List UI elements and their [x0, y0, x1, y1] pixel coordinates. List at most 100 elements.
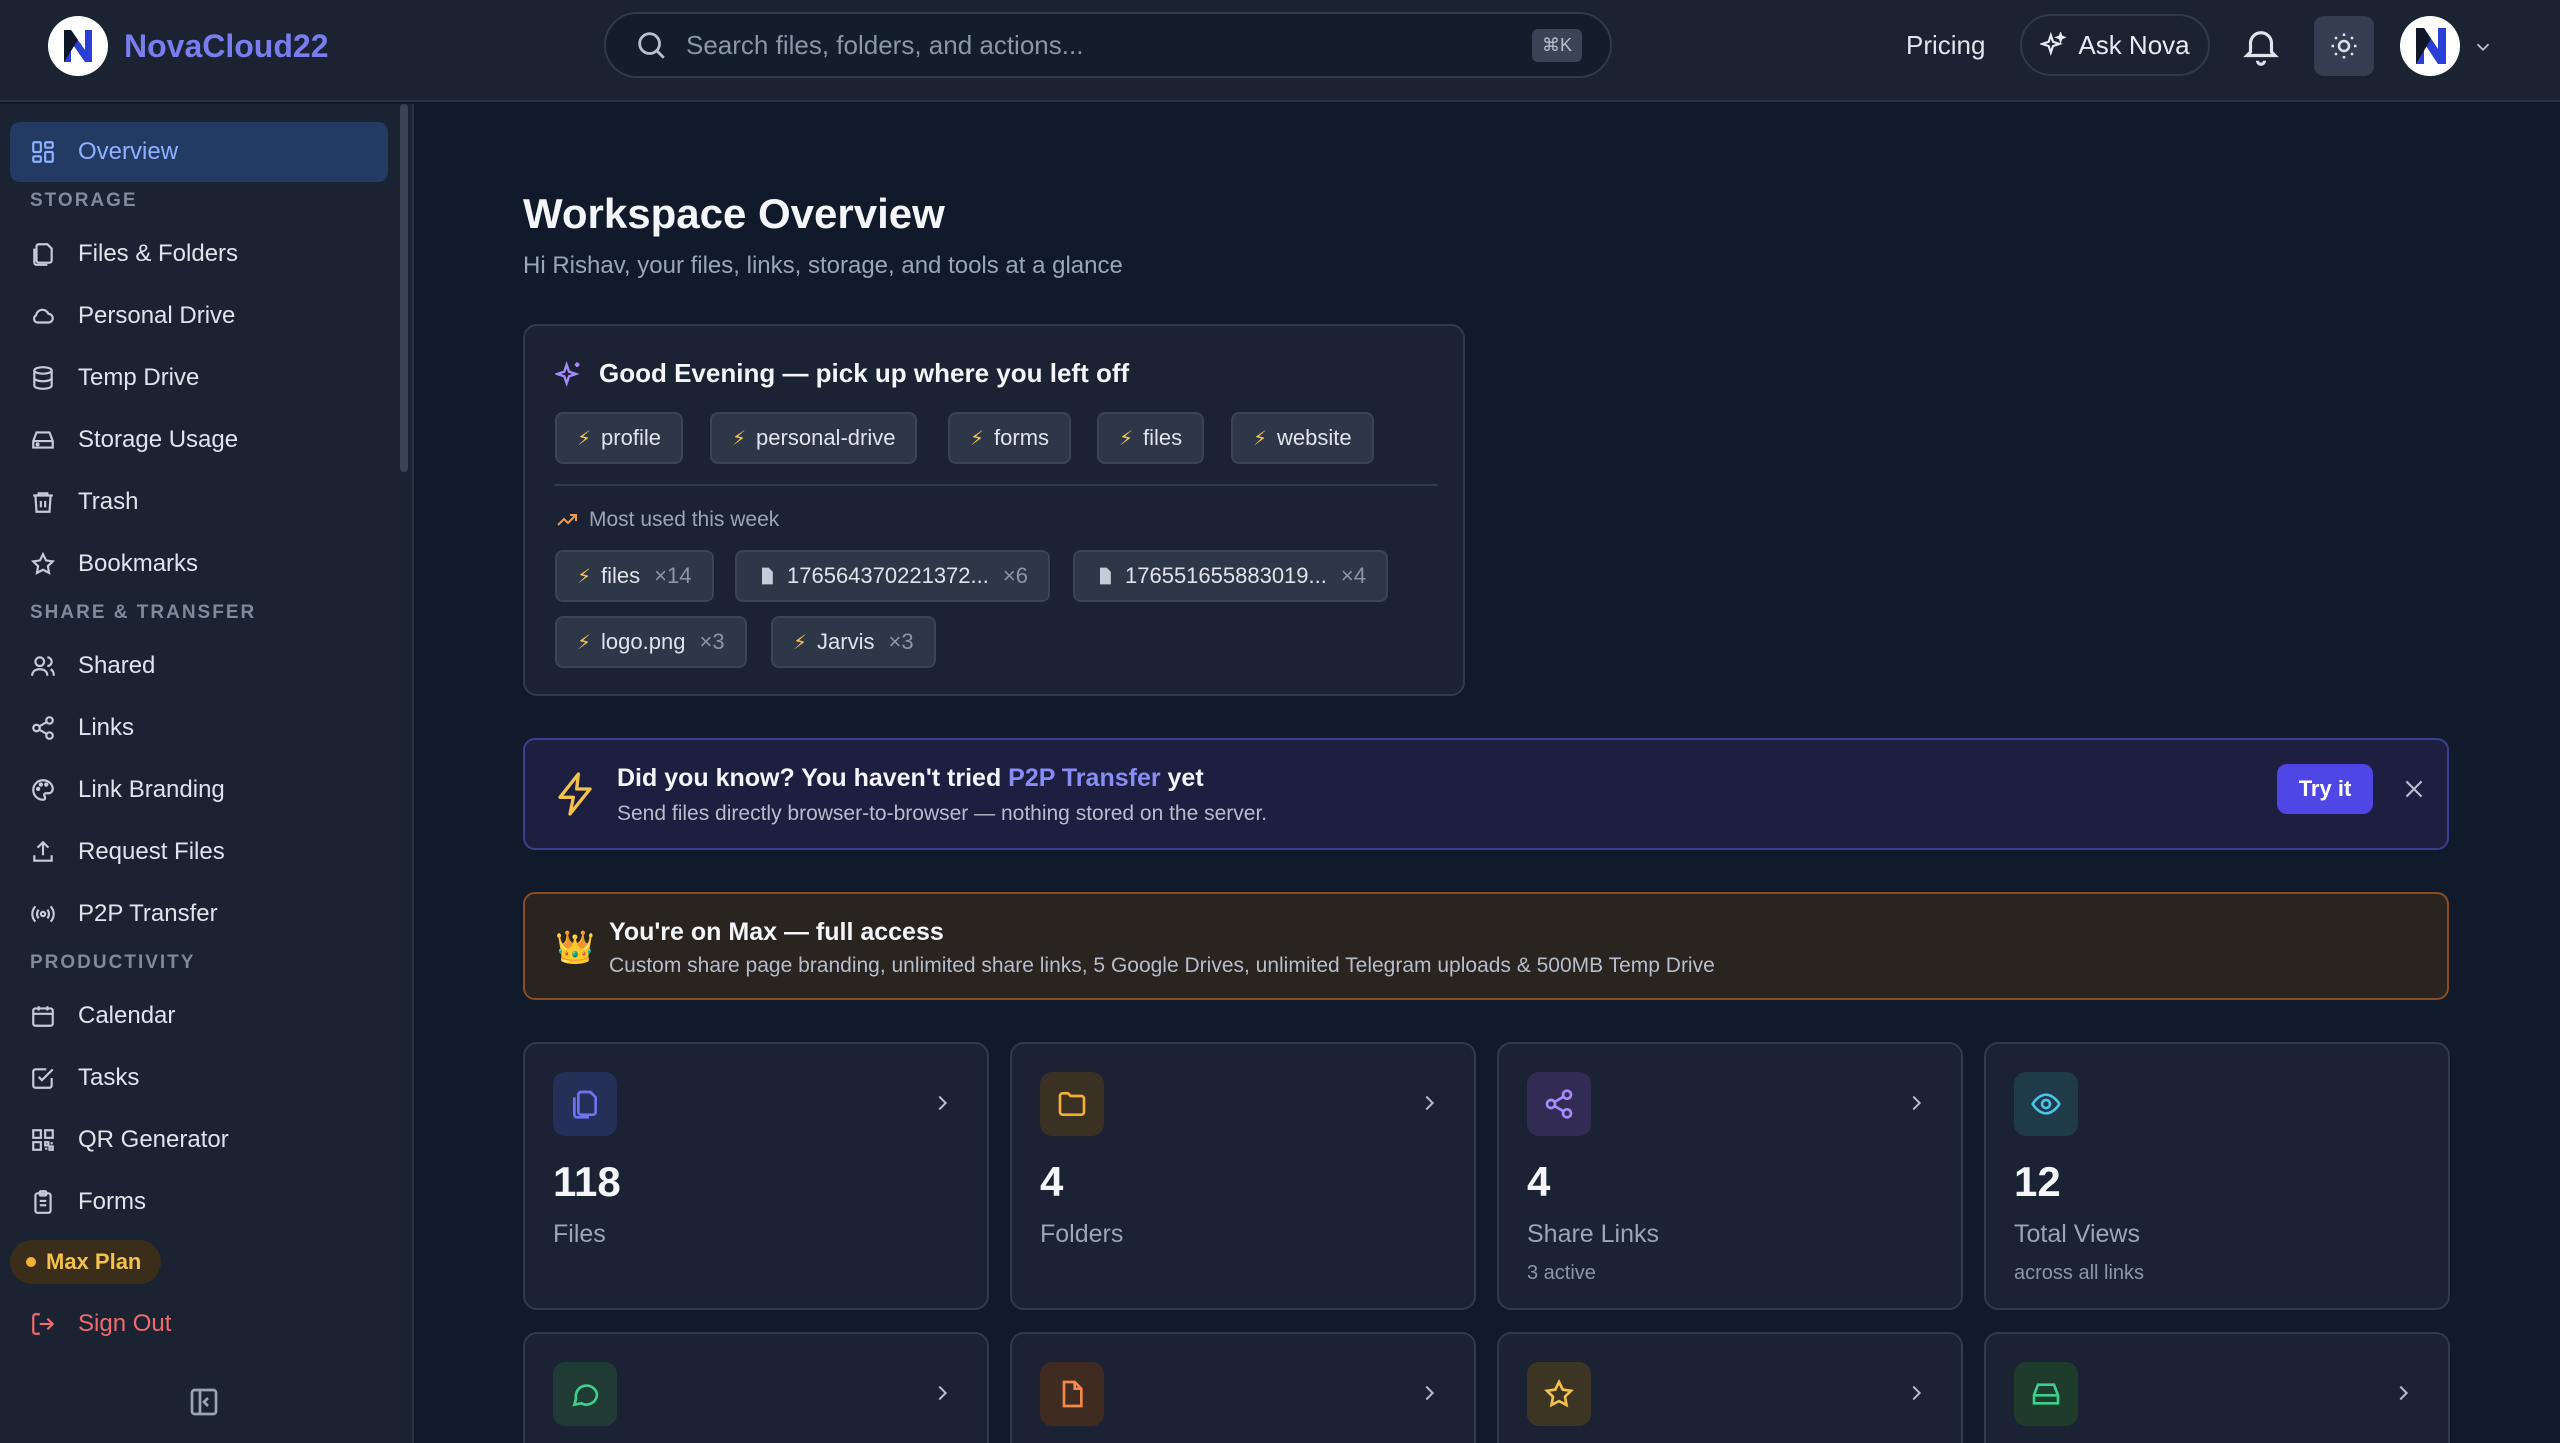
sidebar-item-sign-out[interactable]: Sign Out — [10, 1294, 388, 1354]
stat-label: Files — [553, 1220, 606, 1248]
sidebar: Overview STORAGE Files & Folders Persona… — [0, 104, 414, 1443]
theme-toggle-button[interactable] — [2314, 16, 2374, 76]
search-icon — [638, 32, 665, 59]
tip-title-prefix: Did you know? You haven't tried — [617, 764, 1002, 792]
sidebar-item-label: QR Generator — [78, 1126, 229, 1153]
sidebar-item-trash[interactable]: Trash — [10, 472, 388, 532]
bolt-icon: ⚡ — [1253, 427, 1268, 450]
chip-label: logo.png — [601, 629, 686, 654]
stat-card-files[interactable]: 118 Files — [523, 1042, 989, 1310]
most-used-chip[interactable]: ⚡ files ×14 — [555, 550, 714, 602]
most-used-chip[interactable]: ⚡ Jarvis ×3 — [771, 616, 936, 668]
chevron-right-icon[interactable] — [1905, 1092, 1927, 1114]
sidebar-item-label: Files & Folders — [78, 240, 239, 267]
stat-sub: 3 active — [1527, 1262, 1596, 1284]
search-input[interactable]: Search files, folders, and actions... ⌘K — [604, 12, 1612, 78]
bell-icon[interactable] — [2240, 24, 2282, 66]
chip-count: ×3 — [888, 629, 914, 654]
chevron-down-icon[interactable] — [2472, 36, 2494, 58]
section-title-storage: STORAGE — [30, 190, 138, 211]
sidebar-item-files-folders[interactable]: Files & Folders — [10, 224, 388, 284]
clipboard-icon — [34, 1190, 52, 1214]
sidebar-item-label: Calendar — [78, 1002, 176, 1029]
sidebar-scrollbar[interactable] — [400, 104, 408, 472]
quick-chip-website[interactable]: ⚡ website — [1231, 412, 1374, 464]
most-used-chip[interactable]: 176551655883019... ×4 — [1073, 550, 1388, 602]
quick-chip-personal-drive[interactable]: ⚡ personal-drive — [710, 412, 918, 464]
quick-chip-files[interactable]: ⚡ files — [1097, 412, 1205, 464]
sidebar-item-bookmarks[interactable]: Bookmarks — [10, 534, 388, 594]
eye-icon — [2014, 1072, 2078, 1136]
brand[interactable]: NovaCloud22 — [48, 16, 328, 76]
chip-label: files — [601, 563, 641, 588]
chevron-right-icon[interactable] — [1418, 1382, 1440, 1404]
stat-value: 118 — [553, 1158, 621, 1205]
chevron-right-icon[interactable] — [1418, 1092, 1440, 1114]
chip-count: ×4 — [1340, 563, 1366, 588]
sidebar-item-label: Request Files — [78, 838, 225, 865]
chip-label: Jarvis — [817, 629, 875, 654]
chevron-right-icon[interactable] — [931, 1092, 953, 1114]
sun-icon — [2331, 33, 2357, 59]
stat-card-folders[interactable]: 4 Folders — [1010, 1042, 1476, 1310]
sidebar-item-forms[interactable]: Forms — [10, 1172, 388, 1232]
bolt-icon: ⚡ — [970, 427, 985, 450]
chevron-right-icon[interactable] — [1905, 1382, 1927, 1404]
chip-label: forms — [994, 425, 1050, 450]
sidebar-item-links[interactable]: Links — [10, 698, 388, 758]
sidebar-item-p2p-transfer[interactable]: P2P Transfer — [10, 884, 388, 944]
ask-nova-button[interactable]: Ask Nova — [2020, 14, 2210, 76]
trash-icon — [33, 492, 53, 513]
chip-label: 176564370221372... — [787, 563, 989, 588]
quick-chip-profile[interactable]: ⚡ profile — [555, 412, 683, 464]
try-it-button[interactable]: Try it — [2277, 764, 2373, 814]
stat-card-storage[interactable] — [1984, 1332, 2450, 1443]
sidebar-item-overview[interactable]: Overview — [10, 122, 388, 182]
logo-icon — [48, 16, 108, 76]
star-icon — [30, 551, 56, 575]
bolt-icon: ⚡ — [577, 427, 592, 450]
close-icon[interactable] — [2401, 776, 2427, 802]
tip-feature-link[interactable]: P2P Transfer — [1008, 764, 1160, 792]
pricing-link[interactable]: Pricing — [1906, 30, 1985, 61]
avatar[interactable] — [2400, 16, 2460, 76]
sidebar-item-link-branding[interactable]: Link Branding — [10, 760, 388, 820]
stat-card-total-views[interactable]: 12 Total Views across all links — [1984, 1042, 2450, 1310]
sidebar-item-tasks[interactable]: Tasks — [10, 1048, 388, 1108]
bolt-icon: ⚡ — [577, 631, 592, 654]
greeting-header: Good Evening — pick up where you left of… — [555, 358, 1129, 389]
stat-sub: across all links — [2014, 1262, 2145, 1284]
sidebar-item-calendar[interactable]: Calendar — [10, 986, 388, 1046]
stat-card-documents[interactable] — [1010, 1332, 1476, 1443]
chevron-right-icon[interactable] — [2392, 1382, 2414, 1404]
sidebar-item-qr-generator[interactable]: QR Generator — [10, 1110, 388, 1170]
chip-label: files — [1143, 425, 1183, 450]
stat-value: 4 — [1527, 1158, 1551, 1205]
plan-badge[interactable]: Max Plan — [10, 1240, 162, 1284]
database-icon — [33, 366, 53, 390]
stat-card-messages[interactable] — [523, 1332, 989, 1443]
sidebar-item-storage-usage[interactable]: Storage Usage — [10, 410, 388, 470]
quick-chip-forms[interactable]: ⚡ forms — [948, 412, 1072, 464]
hard-drive-icon — [32, 431, 54, 449]
chip-label: personal-drive — [756, 425, 896, 450]
page-title: Workspace Overview — [523, 190, 945, 237]
sidebar-item-personal-drive[interactable]: Personal Drive — [10, 286, 388, 346]
calendar-icon — [32, 1006, 54, 1027]
most-used-chip[interactable]: ⚡ logo.png ×3 — [555, 616, 747, 668]
stat-card-share-links[interactable]: 4 Share Links 3 active — [1497, 1042, 1963, 1310]
stat-value: 4 — [1040, 1158, 1064, 1205]
stat-card-bookmarks[interactable] — [1497, 1332, 1963, 1443]
most-used-chip[interactable]: 176564370221372... ×6 — [735, 550, 1050, 602]
collapse-sidebar-icon[interactable] — [188, 1386, 220, 1418]
stat-label: Share Links — [1527, 1220, 1660, 1248]
page-subtitle: Hi Rishav, your files, links, storage, a… — [523, 252, 1123, 279]
sidebar-item-temp-drive[interactable]: Temp Drive — [10, 348, 388, 408]
star-icon — [1527, 1362, 1591, 1426]
tip-banner: Did you know? You haven't tried P2P Tran… — [523, 738, 2449, 850]
sidebar-item-request-files[interactable]: Request Files — [10, 822, 388, 882]
tip-description: Send files directly browser-to-browser —… — [617, 802, 1268, 825]
chevron-right-icon[interactable] — [931, 1382, 953, 1404]
sidebar-item-shared[interactable]: Shared — [10, 636, 388, 696]
folder-icon — [1040, 1072, 1104, 1136]
